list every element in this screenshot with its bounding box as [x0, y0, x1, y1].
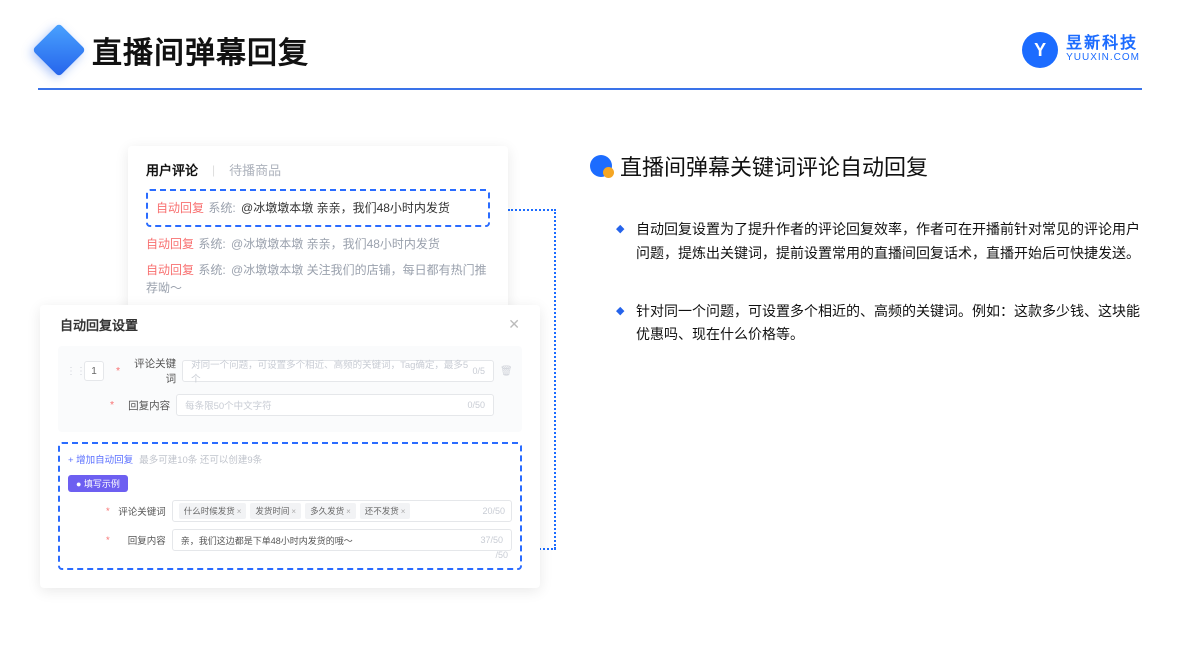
connector-line: [508, 209, 556, 211]
example-content-counter: 37/50: [480, 535, 503, 545]
example-content-row: * 回复内容 亲，我们这边都是下单48小时内发货的哦～ 37/50: [68, 529, 512, 551]
brand-name: 昱新科技: [1066, 36, 1140, 53]
tag-item[interactable]: 还不发货×: [360, 503, 411, 519]
rule-number: 1: [84, 361, 104, 381]
connector-line: [554, 209, 556, 549]
auto-reply-tag: 自动回复: [146, 237, 194, 251]
required-star: *: [116, 365, 120, 377]
label-content: 回复内容: [120, 398, 170, 413]
settings-body: ⋮⋮ 1 * 评论关键词 对同一个问题，可设置多个相近、高频的关键词，Tag确定…: [58, 346, 522, 432]
tag-item[interactable]: 什么时候发货×: [179, 503, 247, 519]
tab-separator: |: [212, 163, 215, 177]
page-title: 直播间弹幕回复: [92, 28, 309, 72]
right-panel: 直播间弹幕关键词评论自动回复 自动回复设置为了提升作者的评论回复效率，作者可在开…: [590, 146, 1140, 588]
left-panel: 用户评论 | 待播商品 自动回复 系统: @冰墩墩本墩 亲亲，我们48小时内发货…: [40, 146, 550, 588]
settings-title: 自动回复设置: [60, 315, 138, 334]
message-body: @冰墩墩本墩 亲亲，我们48小时内发货: [241, 201, 450, 215]
tag-remove-icon[interactable]: ×: [291, 507, 296, 516]
required-star: *: [106, 535, 110, 546]
message-prefix: 系统:: [198, 263, 225, 277]
content-input[interactable]: 每条限50个中文字符 0/50: [176, 394, 494, 416]
required-star: *: [110, 399, 114, 411]
cube-icon: [32, 23, 86, 77]
drag-handle-icon[interactable]: ⋮⋮: [66, 366, 78, 377]
example-badge: ● 填写示例: [68, 475, 128, 492]
tag-remove-icon[interactable]: ×: [346, 507, 351, 516]
message-line: 自动回复 系统: @冰墩墩本墩 关注我们的店铺，每日都有热门推荐呦～: [146, 261, 490, 297]
section-title: 直播间弹幕关键词评论自动回复: [620, 150, 928, 182]
message-line: 自动回复 系统: @冰墩墩本墩 亲亲，我们48小时内发货: [146, 235, 490, 253]
content-counter: 0/50: [467, 400, 485, 410]
auto-reply-tag: 自动回复: [156, 201, 204, 215]
brand-logo-icon: Y: [1022, 32, 1058, 68]
example-content-input[interactable]: 亲，我们这边都是下单48小时内发货的哦～ 37/50: [172, 529, 512, 551]
page-header: 直播间弹幕回复 Y 昱新科技 YUUXIN.COM: [0, 0, 1180, 82]
settings-card: 自动回复设置 ✕ ⋮⋮ 1 * 评论关键词 对同一个问题，可设置多个相近、高频的…: [40, 305, 540, 588]
delete-icon[interactable]: 🗑: [500, 366, 514, 377]
settings-header: 自动回复设置 ✕: [58, 315, 522, 334]
settings-example-box: + 增加自动回复 最多可建10条 还可以创建9条 ● 填写示例 * 评论关键词 …: [58, 442, 522, 570]
message-body: @冰墩墩本墩 亲亲，我们48小时内发货: [231, 237, 440, 251]
tag-item[interactable]: 多久发货×: [305, 503, 356, 519]
add-more-row: + 增加自动回复 最多可建10条 还可以创建9条: [68, 452, 512, 466]
add-hint: 最多可建10条 还可以创建9条: [139, 452, 262, 466]
section-bullets: 自动回复设置为了提升作者的评论回复效率，作者可在开播前针对常见的评论用户问题，提…: [590, 218, 1140, 347]
message-prefix: 系统:: [208, 201, 235, 215]
bullet-item: 针对同一个问题，可设置多个相近的、高频的关键词。例如：这款多少钱、这块能优惠吗、…: [616, 300, 1140, 348]
example-keyword-row: * 评论关键词 什么时候发货× 发货时间× 多久发货× 还不发货× 20/50: [68, 500, 512, 522]
tab-pending-goods[interactable]: 待播商品: [229, 160, 281, 179]
section-head: 直播间弹幕关键词评论自动回复: [590, 150, 1140, 182]
brand-url: YUUXIN.COM: [1066, 53, 1140, 64]
keyword-placeholder: 对同一个问题，可设置多个相近、高频的关键词，Tag确定，最多5个: [191, 357, 472, 385]
overflow-counter: /50: [495, 550, 508, 560]
auto-reply-tag: 自动回复: [146, 263, 194, 277]
comments-card: 用户评论 | 待播商品 自动回复 系统: @冰墩墩本墩 亲亲，我们48小时内发货…: [128, 146, 508, 315]
keyword-input[interactable]: 对同一个问题，可设置多个相近、高频的关键词，Tag确定，最多5个 0/5: [182, 360, 494, 382]
example-content-value: 亲，我们这边都是下单48小时内发货的哦～: [181, 534, 353, 547]
tag-item[interactable]: 发货时间×: [250, 503, 301, 519]
tag-remove-icon[interactable]: ×: [401, 507, 406, 516]
form-row-content: * 回复内容 每条限50个中文字符 0/50: [66, 394, 514, 416]
header-left: 直播间弹幕回复: [40, 28, 309, 72]
brand-text: 昱新科技 YUUXIN.COM: [1066, 36, 1140, 63]
content-placeholder: 每条限50个中文字符: [185, 398, 272, 412]
content: 用户评论 | 待播商品 自动回复 系统: @冰墩墩本墩 亲亲，我们48小时内发货…: [0, 90, 1180, 588]
tags-counter: 20/50: [482, 506, 505, 516]
label-keyword: 评论关键词: [116, 504, 166, 518]
form-row-keyword: ⋮⋮ 1 * 评论关键词 对同一个问题，可设置多个相近、高频的关键词，Tag确定…: [66, 356, 514, 386]
required-star: *: [106, 506, 110, 517]
bullet-item: 自动回复设置为了提升作者的评论回复效率，作者可在开播前针对常见的评论用户问题，提…: [616, 218, 1140, 266]
tab-user-comments[interactable]: 用户评论: [146, 160, 198, 179]
highlighted-message: 自动回复 系统: @冰墩墩本墩 亲亲，我们48小时内发货: [146, 189, 490, 227]
message-prefix: 系统:: [198, 237, 225, 251]
label-content: 回复内容: [116, 533, 166, 547]
example-tags-input[interactable]: 什么时候发货× 发货时间× 多久发货× 还不发货× 20/50: [172, 500, 512, 522]
brand-block: Y 昱新科技 YUUXIN.COM: [1022, 32, 1140, 68]
label-keyword: 评论关键词: [126, 356, 176, 386]
comments-tabs: 用户评论 | 待播商品: [146, 160, 490, 179]
section-bullet-icon: [590, 155, 612, 177]
add-auto-reply-link[interactable]: + 增加自动回复: [68, 452, 133, 466]
message-line: 自动回复 系统: @冰墩墩本墩 亲亲，我们48小时内发货: [156, 199, 480, 217]
close-icon[interactable]: ✕: [508, 316, 520, 333]
keyword-counter: 0/5: [472, 366, 485, 376]
tag-remove-icon[interactable]: ×: [237, 507, 242, 516]
